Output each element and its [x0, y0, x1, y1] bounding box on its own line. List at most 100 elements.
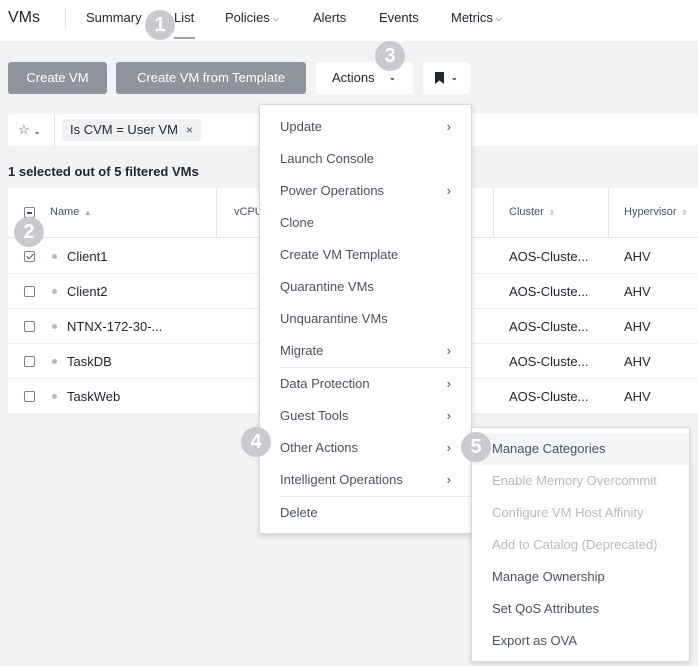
tab-alerts-label: Alerts [313, 10, 347, 25]
column-header-cluster[interactable]: Cluster ⇕ [509, 206, 555, 218]
menu-item-power-operations[interactable]: Power Operations › [260, 175, 471, 207]
chevron-down-icon: ⌵ [495, 14, 502, 23]
chevron-right-icon: › [446, 440, 451, 455]
vm-name-link[interactable]: TaskWeb [67, 389, 120, 404]
menu-item-update[interactable]: Update › [260, 111, 471, 143]
menu-item-label: Launch Console [280, 151, 374, 166]
menu-item-label: Manage Categories [492, 441, 606, 456]
tab-events-label: Events [379, 10, 419, 25]
tab-policies[interactable]: Policies ⌵ [225, 10, 279, 25]
deprecated-label: (Deprecated) [581, 537, 658, 552]
menu-item-label: Create VM Template [280, 247, 399, 262]
menu-item-data-protection[interactable]: Data Protection › [260, 368, 471, 400]
bookmark-button[interactable]: ⌄ [423, 62, 470, 94]
menu-item-create-vm-template[interactable]: Create VM Template [260, 239, 471, 271]
hypervisor-cell: AHV [624, 354, 651, 369]
menu-item-quarantine-vms[interactable]: Quarantine VMs [260, 271, 471, 303]
menu-item-migrate[interactable]: Migrate › [260, 335, 471, 367]
menu-item-label: Clone [280, 215, 314, 230]
app-title: VMs [8, 9, 40, 26]
cluster-cell[interactable]: AOS-Cluste... [509, 319, 588, 334]
add-to-catalog-label: Add to Catalog [492, 537, 579, 552]
cluster-cell[interactable]: AOS-Cluste... [509, 249, 588, 264]
tab-list[interactable]: List [174, 10, 194, 25]
vm-name-link[interactable]: Client2 [67, 284, 107, 299]
menu-item-delete[interactable]: Delete [260, 497, 471, 529]
cluster-cell[interactable]: AOS-Cluste... [509, 284, 588, 299]
filter-chip[interactable]: Is CVM = User VM × [62, 119, 202, 141]
vm-name-link[interactable]: NTNX-172-30-... [67, 319, 162, 334]
menu-item-configure-vm-host-affinity[interactable]: Configure VM Host Affinity [472, 497, 689, 529]
menu-item-guest-tools[interactable]: Guest Tools › [260, 400, 471, 432]
chevron-down-icon: ⌄ [33, 127, 41, 136]
tab-metrics-label: Metrics [451, 10, 493, 25]
cluster-cell[interactable]: AOS-Cluste... [509, 389, 588, 404]
menu-item-unquarantine-vms[interactable]: Unquarantine VMs [260, 303, 471, 335]
close-icon[interactable]: × [186, 123, 193, 137]
hypervisor-cell: AHV [624, 389, 651, 404]
create-vm-from-template-button[interactable]: Create VM from Template [116, 62, 306, 94]
row-checkbox[interactable] [24, 321, 35, 332]
row-checkbox[interactable] [24, 391, 35, 402]
chevron-right-icon: › [446, 472, 451, 487]
row-checkbox[interactable] [24, 286, 35, 297]
vm-name-link[interactable]: Client1 [67, 249, 107, 264]
menu-item-label: Other Actions [280, 440, 359, 455]
column-hypervisor-label: Hypervisor [624, 206, 677, 218]
cluster-cell[interactable]: AOS-Cluste... [509, 354, 588, 369]
menu-item-add-to-catalog[interactable]: Add to Catalog (Deprecated) [472, 529, 689, 561]
menu-item-label: Quarantine VMs [280, 279, 374, 294]
menu-item-manage-ownership[interactable]: Manage Ownership [472, 561, 689, 593]
menu-item-export-as-ova[interactable]: Export as OVA [472, 625, 689, 657]
tab-alerts[interactable]: Alerts [313, 10, 346, 25]
menu-item-intelligent-operations[interactable]: Intelligent Operations › [260, 464, 471, 496]
chevron-down-icon: ⌵ [272, 14, 279, 23]
callout-badge-4: 4 [241, 427, 271, 457]
hypervisor-cell: AHV [624, 284, 651, 299]
filter-divider [54, 114, 55, 146]
menu-item-launch-console[interactable]: Launch Console [260, 143, 471, 175]
menu-item-label: Delete [280, 505, 318, 520]
menu-item-label: Update [280, 119, 322, 134]
menu-item-manage-categories[interactable]: Manage Categories [472, 433, 689, 465]
menu-item-label: Configure VM Host Affinity [492, 505, 644, 520]
menu-item-label: Add to Catalog (Deprecated) [492, 529, 658, 561]
tab-summary-label: Summary [86, 10, 142, 25]
vm-name-link[interactable]: TaskDB [67, 354, 112, 369]
menu-item-other-actions[interactable]: Other Actions › [260, 432, 471, 464]
top-nav: VMs Summary List Policies ⌵ Alerts Events… [0, 0, 698, 41]
menu-item-label: Data Protection [280, 376, 370, 391]
actions-button-label: Actions [332, 70, 375, 85]
column-header-hypervisor[interactable]: Hypervisor ⇕ [624, 206, 687, 218]
chevron-right-icon: › [446, 183, 451, 198]
tab-summary[interactable]: Summary [86, 10, 142, 25]
power-status-icon [52, 254, 57, 259]
tab-events[interactable]: Events [379, 10, 419, 25]
menu-item-label: Unquarantine VMs [280, 311, 388, 326]
menu-item-enable-memory-overcommit[interactable]: Enable Memory Overcommit [472, 465, 689, 497]
menu-item-label: Manage Ownership [492, 569, 605, 584]
menu-item-label: Power Operations [280, 183, 385, 198]
row-checkbox[interactable] [24, 356, 35, 367]
chevron-right-icon: › [446, 343, 451, 358]
tab-metrics[interactable]: Metrics ⌵ [451, 10, 502, 25]
menu-item-label: Migrate [280, 343, 324, 358]
menu-item-label: Guest Tools [280, 408, 349, 423]
actions-menu: Update › Launch Console Power Operations ›… [259, 104, 472, 534]
filter-chip-label: Is CVM = User VM [70, 122, 178, 137]
favorites-dropdown[interactable]: ☆ ⌄ [18, 122, 40, 138]
create-vm-button[interactable]: Create VM [8, 62, 107, 94]
menu-item-label: Intelligent Operations [280, 472, 403, 487]
sort-icon: ⇕ [548, 210, 555, 217]
bookmark-icon [435, 72, 444, 84]
column-header-name[interactable]: Name ▲ [50, 206, 91, 218]
menu-item-label: Export as OVA [492, 633, 578, 648]
chevron-right-icon: › [446, 408, 451, 423]
chevron-right-icon: › [446, 376, 451, 391]
menu-item-set-qos-attributes[interactable]: Set QoS Attributes [472, 593, 689, 625]
tab-policies-label: Policies [225, 10, 270, 25]
row-checkbox[interactable] [24, 251, 35, 262]
callout-badge-5: 5 [461, 432, 491, 462]
menu-item-clone[interactable]: Clone [260, 207, 471, 239]
power-status-icon [52, 359, 57, 364]
